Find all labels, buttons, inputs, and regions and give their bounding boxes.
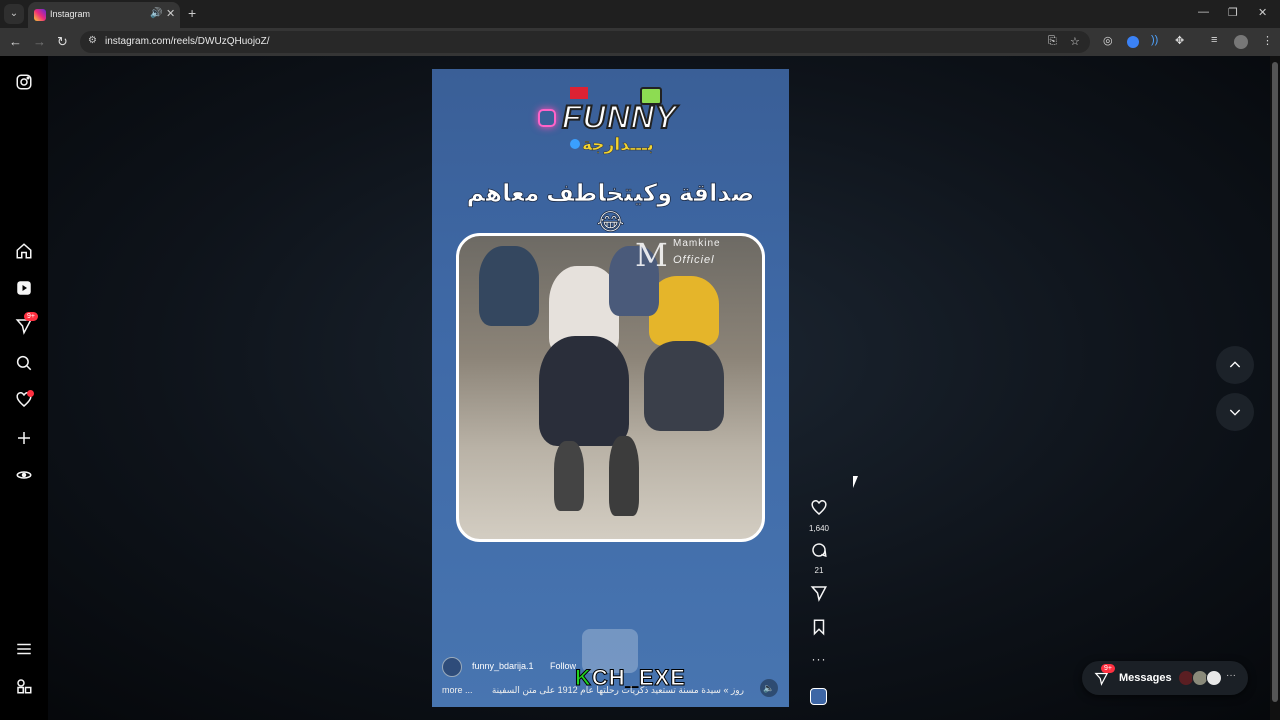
- watermark-letter: M: [635, 236, 668, 274]
- share-button[interactable]: [806, 584, 832, 607]
- reel-caption: صداقة وكيتخاطف معاهم 😂: [466, 180, 755, 237]
- browser-menu-icon[interactable]: ⋮: [1262, 34, 1273, 47]
- logo-arabic-text: بـــدارجة: [582, 135, 654, 155]
- chevron-down-icon: [1229, 409, 1241, 416]
- messages-label: Messages: [1119, 672, 1172, 684]
- close-window-icon[interactable]: ✕: [1258, 6, 1267, 19]
- tab-title: Instagram: [50, 9, 91, 19]
- new-tab-icon[interactable]: +: [188, 5, 196, 21]
- previous-reel-button[interactable]: [1216, 346, 1254, 384]
- extensions-puzzle-icon[interactable]: ✥: [1175, 34, 1184, 47]
- url-text[interactable]: instagram.com/reels/DWUzQHuojoZ/: [105, 36, 269, 47]
- tab-close-icon[interactable]: ✕: [166, 7, 175, 20]
- message-avatar-3: [1206, 670, 1222, 686]
- back-icon[interactable]: ←: [9, 34, 22, 49]
- watermark-line2: Officiel: [673, 254, 715, 266]
- messages-more-icon: ···: [1226, 670, 1236, 681]
- comment-button[interactable]: 21: [806, 541, 832, 575]
- browser-tab-bar: ⌄ Instagram 🔊 ✕ + — ❐ ✕: [0, 0, 1280, 28]
- comment-icon: [812, 543, 827, 558]
- instagram-neon-icon: [538, 109, 556, 127]
- logo-tag-shape: [570, 87, 588, 99]
- restore-icon[interactable]: ❐: [1228, 6, 1238, 19]
- next-reel-button[interactable]: [1216, 393, 1254, 431]
- person-black-jacket: [539, 336, 629, 446]
- person-legs-2: [609, 436, 639, 516]
- mute-icon[interactable]: 🔈: [760, 679, 778, 697]
- notifications-badge: 9+: [24, 312, 38, 321]
- page-scrollbar[interactable]: [1270, 56, 1280, 720]
- tab-search-icon[interactable]: ⌄: [4, 4, 24, 24]
- media-controls-icon[interactable]: ≡: [1211, 34, 1217, 46]
- follow-button[interactable]: Follow: [550, 661, 576, 671]
- reload-icon[interactable]: ↻: [57, 34, 68, 50]
- reel-video[interactable]: FUNNY بـــدارجة صداقة وكيتخاطف معاهم 😂 M…: [432, 69, 789, 707]
- author-username[interactable]: funny_bdarija.1: [472, 661, 534, 671]
- instagram-page: 9+ FUNNY بـــدارجة صداقة وكيتخاطف معاهم …: [0, 56, 1280, 720]
- activity-dot: [27, 390, 34, 397]
- messages-badge: 9+: [1101, 664, 1115, 673]
- more-options-icon[interactable]: ···: [806, 652, 832, 666]
- scrollbar-thumb[interactable]: [1272, 62, 1278, 702]
- save-button[interactable]: [806, 618, 832, 641]
- embedded-video-frame: M Mamkine Officiel: [456, 233, 765, 542]
- person-crouching: [644, 341, 724, 431]
- menu-icon[interactable]: [14, 639, 34, 659]
- browser-tab-instagram[interactable]: Instagram 🔊 ✕: [28, 2, 180, 28]
- bookmark-star-icon[interactable]: ☆: [1070, 35, 1080, 48]
- minimize-icon[interactable]: —: [1198, 6, 1209, 18]
- like-button[interactable]: 1,640: [806, 499, 832, 533]
- logo-funny-text: FUNNY: [561, 98, 678, 136]
- extension-glasses-icon[interactable]: ◎: [1103, 34, 1113, 47]
- install-app-icon[interactable]: ⎘: [1048, 35, 1057, 48]
- chevron-up-icon: [1229, 361, 1241, 368]
- home-icon[interactable]: [14, 241, 34, 261]
- reels-icon[interactable]: [14, 278, 34, 298]
- profile-avatar[interactable]: [1234, 35, 1248, 49]
- heart-icon[interactable]: [14, 390, 34, 410]
- person-dark: [479, 246, 539, 326]
- watermark-line1: Mamkine: [673, 238, 721, 249]
- messages-icon[interactable]: 9+: [14, 312, 38, 336]
- extension-wave-icon[interactable]: )): [1151, 34, 1158, 46]
- search-icon[interactable]: [14, 353, 34, 373]
- site-info-icon[interactable]: ⚙: [88, 35, 97, 46]
- mouse-cursor: [853, 476, 863, 488]
- audio-description[interactable]: روز » سيدة مسنة تستعيد ذكريات رحلتها عام…: [482, 685, 744, 696]
- messages-send-icon: [1094, 671, 1109, 691]
- meta-ai-icon[interactable]: [14, 465, 34, 485]
- heart-outline-icon: [811, 500, 827, 515]
- person-legs: [554, 441, 584, 511]
- funny-bdarija-logo: FUNNY بـــدارجة: [532, 85, 692, 155]
- instagram-logo-icon[interactable]: [14, 72, 34, 92]
- instagram-favicon-icon: [34, 9, 46, 21]
- person-yellow: [649, 276, 719, 346]
- tab-audio-icon[interactable]: 🔊: [150, 8, 162, 19]
- verified-icon: [570, 139, 580, 149]
- also-from-meta-icon[interactable]: [14, 676, 34, 696]
- bookmark-icon: [813, 619, 825, 636]
- comment-count: 21: [814, 566, 824, 575]
- author-avatar[interactable]: [442, 657, 462, 677]
- share-icon: [810, 586, 827, 602]
- messages-button[interactable]: 9+ Messages ···: [1082, 661, 1248, 695]
- browser-toolbar: ← → ↻ ⚙ instagram.com/reels/DWUzQHuojoZ/…: [0, 28, 1280, 56]
- sidebar: 9+: [0, 56, 48, 720]
- forward-icon[interactable]: →: [33, 34, 46, 49]
- address-bar[interactable]: ⚙ instagram.com/reels/DWUzQHuojoZ/ ⎘ ☆: [80, 31, 1090, 53]
- like-count: 1,640: [808, 524, 830, 533]
- create-icon[interactable]: [14, 428, 34, 448]
- extension-blue-icon[interactable]: [1127, 36, 1139, 48]
- audio-thumbnail[interactable]: [810, 688, 827, 705]
- more-link[interactable]: more ...: [442, 685, 473, 695]
